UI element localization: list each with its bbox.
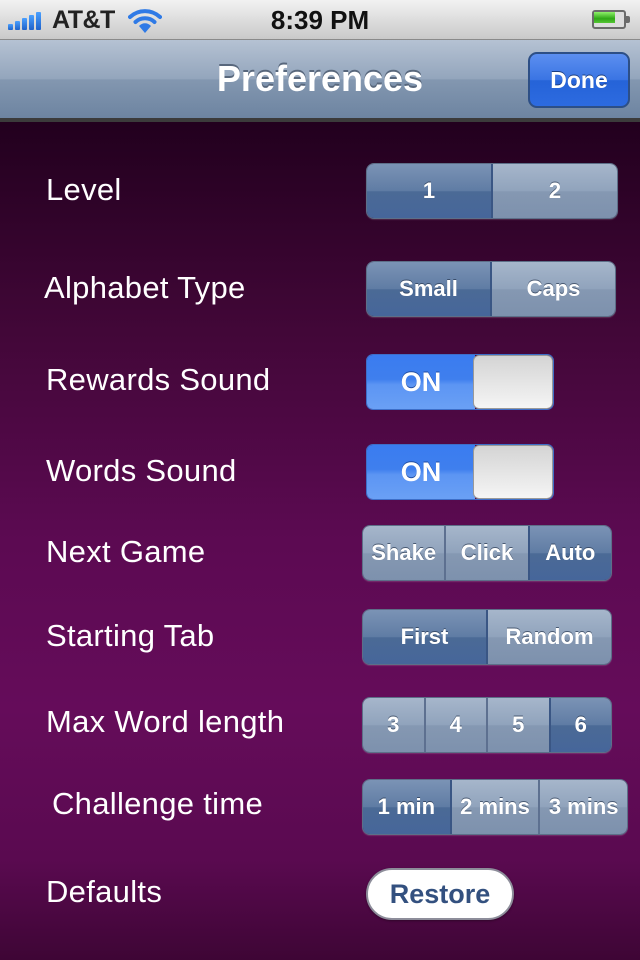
starting-tab-label: Starting Tab — [46, 618, 215, 653]
alphabet-type-segmented-control: Small Caps — [366, 261, 616, 317]
challenge-time-option[interactable]: 2 mins — [449, 780, 539, 834]
max-word-length-segmented-control: 3 4 5 6 — [362, 697, 612, 753]
max-word-length-option[interactable]: 6 — [548, 698, 611, 752]
starting-tab-option[interactable]: First — [363, 610, 486, 664]
max-word-length-option[interactable]: 5 — [486, 698, 549, 752]
words-sound-toggle[interactable]: ON — [366, 444, 554, 500]
level-label: Level — [46, 172, 122, 207]
clock: 8:39 PM — [270, 5, 370, 35]
toggle-knob[interactable] — [473, 445, 553, 499]
done-button[interactable]: Done — [528, 52, 630, 108]
toggle-on-label: ON — [367, 445, 475, 499]
defaults-label: Defaults — [46, 874, 163, 909]
next-game-option[interactable]: Shake — [363, 526, 445, 580]
battery-icon — [592, 10, 630, 29]
level-segmented-control: 1 2 — [366, 163, 618, 219]
next-game-segmented-control: Shake Click Auto — [362, 525, 612, 581]
challenge-time-segmented-control: 1 min 2 mins 3 mins — [362, 779, 628, 835]
status-bar: AT&T 8:39 PM — [0, 0, 640, 40]
rewards-sound-label: Rewards Sound — [46, 362, 271, 397]
challenge-time-option[interactable]: 1 min — [363, 780, 450, 834]
rewards-sound-toggle[interactable]: ON — [366, 354, 554, 410]
alphabet-type-option[interactable]: Small — [367, 262, 490, 316]
toggle-knob[interactable] — [473, 355, 553, 409]
next-game-option[interactable]: Auto — [527, 526, 611, 580]
toggle-on-label: ON — [367, 355, 475, 409]
challenge-time-label: Challenge time — [52, 786, 263, 821]
level-option[interactable]: 1 — [367, 164, 491, 218]
alphabet-type-label: Alphabet Type — [44, 270, 246, 305]
max-word-length-label: Max Word length — [46, 704, 285, 739]
starting-tab-segmented-control: First Random — [362, 609, 612, 665]
next-game-option[interactable]: Click — [444, 526, 528, 580]
alphabet-type-option[interactable]: Caps — [490, 262, 615, 316]
next-game-label: Next Game — [46, 534, 206, 569]
restore-button[interactable]: Restore — [366, 868, 514, 920]
max-word-length-option[interactable]: 4 — [423, 698, 486, 752]
words-sound-label: Words Sound — [46, 453, 237, 488]
challenge-time-option[interactable]: 3 mins — [538, 780, 627, 834]
max-word-length-option[interactable]: 3 — [363, 698, 424, 752]
level-option[interactable]: 2 — [491, 164, 617, 218]
navigation-bar: Preferences Done — [0, 40, 640, 122]
starting-tab-option[interactable]: Random — [486, 610, 611, 664]
